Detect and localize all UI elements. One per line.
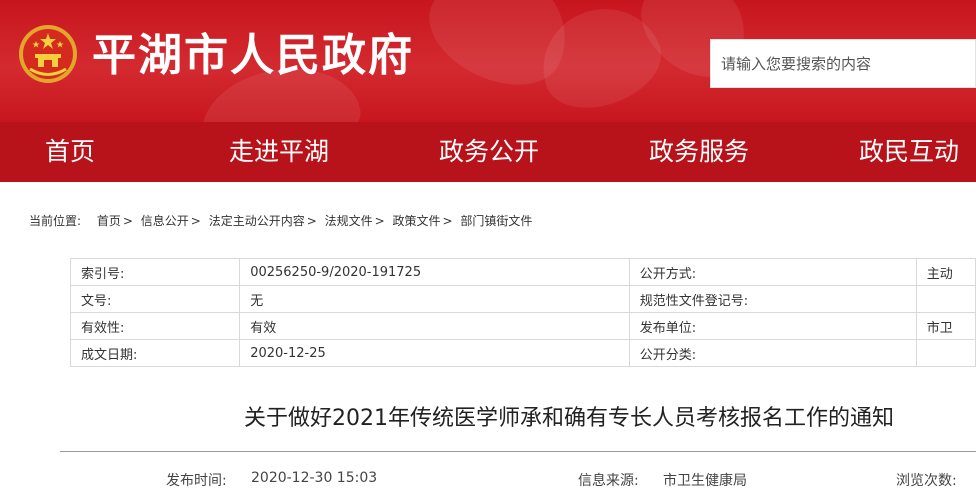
article-title: 关于做好2021年传统医学师承和确有专长人员考核报名工作的通知 xyxy=(244,406,894,431)
meta-key: 规范性文件登记号: xyxy=(628,285,917,313)
site-title: 平湖市人民政府 xyxy=(92,30,414,81)
meta-value xyxy=(915,285,976,313)
meta-key: 有效性: xyxy=(69,312,241,340)
meta-value: 00256250-9/2020-191725 xyxy=(239,258,630,286)
publish-time-label: 发布时间: xyxy=(166,473,227,489)
breadcrumb-home[interactable]: 首页 xyxy=(97,214,121,228)
breadcrumb-statutory-content[interactable]: 法定主动公开内容 xyxy=(209,214,305,228)
search-box[interactable] xyxy=(710,39,976,88)
table-row: 有效性: 有效 发布单位: 市卫 xyxy=(69,312,976,340)
table-row: 索引号: 00256250-9/2020-191725 公开方式: 主动 xyxy=(69,258,976,286)
document-meta-table: 索引号: 00256250-9/2020-191725 公开方式: 主动 文号:… xyxy=(69,258,976,367)
main-nav: 首页 走进平湖 政务公开 政务服务 政民互动 xyxy=(0,122,976,182)
breadcrumb-label: 当前位置: xyxy=(29,214,82,228)
breadcrumb-separator: > xyxy=(122,214,133,228)
table-row: 成文日期: 2020-12-25 公开分类: xyxy=(69,339,976,367)
breadcrumb-department-documents[interactable]: 部门镇街文件 xyxy=(460,214,532,228)
meta-value: 市卫 xyxy=(915,312,976,340)
search-input[interactable] xyxy=(711,40,975,87)
nav-item-government-services[interactable]: 政务服务 xyxy=(638,122,760,182)
nav-item-about-pinghu[interactable]: 走进平湖 xyxy=(218,122,340,182)
breadcrumb-regulations[interactable]: 法规文件 xyxy=(325,214,373,228)
meta-value: 有效 xyxy=(239,312,630,340)
site-header: 平湖市人民政府 xyxy=(0,0,976,122)
meta-key: 成文日期: xyxy=(69,339,241,367)
breadcrumb-separator: > xyxy=(190,214,201,228)
breadcrumb-info-disclosure[interactable]: 信息公开 xyxy=(141,214,189,228)
breadcrumb-separator: > xyxy=(306,214,317,228)
meta-value: 主动 xyxy=(915,258,976,286)
breadcrumb-policy-documents[interactable]: 政策文件 xyxy=(393,214,441,228)
views-label: 浏览次数: xyxy=(896,473,957,489)
meta-key: 文号: xyxy=(69,285,241,313)
breadcrumb-separator: > xyxy=(442,214,453,228)
breadcrumb: 当前位置: 首页 > 信息公开 > 法定主动公开内容 > 法规文件 > 政策文件 > 部门… xyxy=(29,212,532,229)
meta-value: 无 xyxy=(239,285,630,313)
meta-key: 公开分类: xyxy=(628,339,917,367)
breadcrumb-separator: > xyxy=(374,214,385,228)
national-emblem-icon xyxy=(19,25,77,83)
nav-item-interaction[interactable]: 政民互动 xyxy=(848,122,970,182)
divider xyxy=(60,451,976,452)
meta-value: 2020-12-25 xyxy=(239,339,630,367)
meta-key: 索引号: xyxy=(69,258,241,286)
nav-item-government-affairs[interactable]: 政务公开 xyxy=(428,122,550,182)
meta-key: 发布单位: xyxy=(628,312,917,340)
table-row: 文号: 无 规范性文件登记号: xyxy=(69,285,976,313)
meta-key: 公开方式: xyxy=(628,258,917,286)
meta-value xyxy=(915,339,976,367)
nav-item-home[interactable]: 首页 xyxy=(28,122,112,182)
publish-time: 2020-12-30 15:03 xyxy=(251,470,378,486)
source-value: 市卫生健康局 xyxy=(663,473,747,489)
source-label: 信息来源: xyxy=(578,473,639,489)
